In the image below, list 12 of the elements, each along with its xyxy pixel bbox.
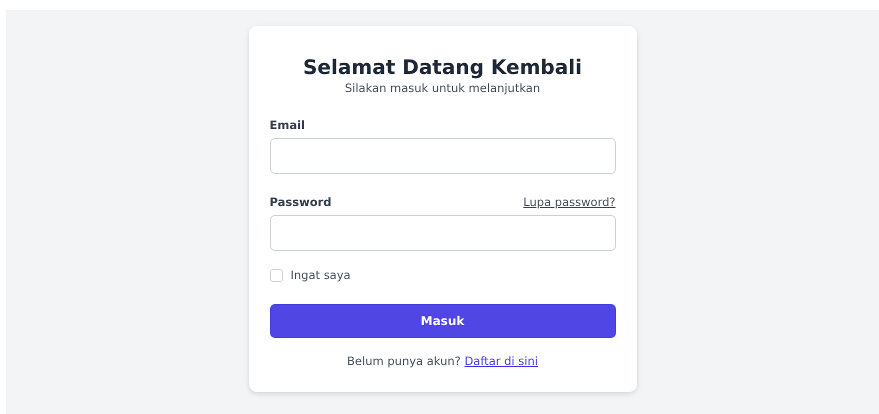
signup-prompt: Belum punya akun? Daftar di sini	[346, 354, 539, 368]
remember-checkbox[interactable]	[270, 268, 282, 282]
login-button[interactable]: Masuk	[270, 304, 616, 338]
input-field[interactable]	[270, 138, 616, 174]
field-label: Email	[270, 117, 305, 133]
signup-link[interactable]: Daftar di sini	[464, 354, 538, 368]
welcome-title: Selamat Datang Kembali	[302, 54, 583, 80]
input-field[interactable]	[270, 215, 616, 251]
remember-label: Ingat saya	[290, 267, 351, 283]
field-label: Password	[270, 194, 332, 210]
subtitle: Silakan masuk untuk melanjutkan	[344, 80, 542, 96]
forgot-password-link[interactable]: Lupa password?	[523, 195, 616, 209]
